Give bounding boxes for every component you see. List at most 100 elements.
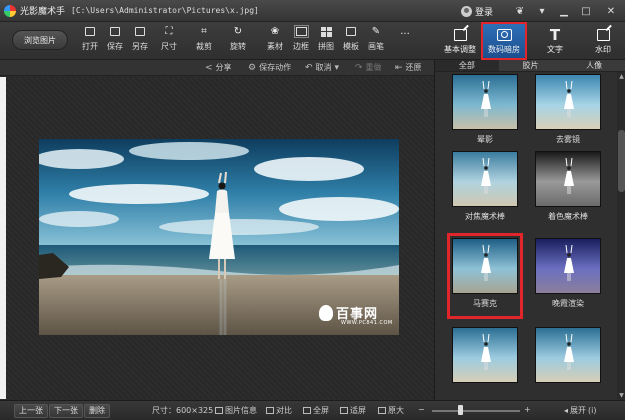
save-action-button[interactable]: ⚙ 保存动作 xyxy=(248,62,291,73)
effect-thumbnail[interactable] xyxy=(452,74,518,130)
more-tools-button[interactable]: ... xyxy=(393,25,417,57)
text-button[interactable]: T 文字 xyxy=(532,22,578,60)
action-bar: < 分享 ⚙ 保存动作 ↶ 取消 ▾ ↷ 重做 ⇤ 还原 xyxy=(0,60,434,76)
save-icon xyxy=(108,25,122,38)
effect-label[interactable]: 晚霞渲染 xyxy=(535,298,601,309)
rotate-icon: ↻ xyxy=(233,25,243,37)
collage-button[interactable]: 拼图 xyxy=(314,25,338,57)
brush-button[interactable]: ✎ 画笔 xyxy=(364,25,388,57)
effect-thumbnail[interactable] xyxy=(535,151,601,207)
open-button[interactable]: 打开 xyxy=(78,25,102,57)
prev-image-button[interactable]: 上一张 xyxy=(14,404,48,418)
brush-icon: ✎ xyxy=(371,25,381,37)
app-logo-icon xyxy=(4,4,16,17)
effects-tabs: 全部 胶片 人像 xyxy=(435,60,625,72)
save-button[interactable]: 保存 xyxy=(103,25,127,57)
fullscreen-button[interactable]: 全屏 xyxy=(303,405,329,416)
status-bar: 上一张 下一张 删除 尺寸：600×325 图片信息 对比 全屏 适屏 原大 −… xyxy=(0,400,625,420)
digital-darkroom-button[interactable]: 数码暗房 xyxy=(481,22,527,60)
effect-label[interactable]: 着色魔术棒 xyxy=(535,211,601,222)
effect-label[interactable]: 去雾镜 xyxy=(535,134,601,145)
collage-icon xyxy=(319,25,333,38)
template-button[interactable]: 模板 xyxy=(339,25,363,57)
image-size: 尺寸：600×325 xyxy=(152,406,214,415)
watermark-subtext: WWW.PC841.COM xyxy=(341,320,393,326)
panel-scrollbar[interactable]: ▲ ▼ xyxy=(617,72,625,400)
file-path: [C:\Users\Administrator\Pictures\x.jpg] xyxy=(71,6,259,15)
browse-images-button[interactable]: 浏览图片 xyxy=(12,30,68,50)
watermark-logo-icon xyxy=(319,304,333,321)
border-icon xyxy=(293,25,309,38)
text-icon: T xyxy=(549,25,561,44)
delete-button[interactable]: 删除 xyxy=(84,404,110,418)
login-button[interactable]: 登录 xyxy=(460,5,493,18)
adjust-icon xyxy=(452,27,468,42)
compare-icon xyxy=(266,407,274,414)
material-button[interactable]: ❀ 素材 xyxy=(263,25,287,57)
resize-button[interactable]: ⛶ 尺寸 xyxy=(157,25,181,57)
image-info-button[interactable]: 图片信息 xyxy=(215,405,257,416)
maximize-button[interactable]: □ xyxy=(575,3,597,19)
fit-icon xyxy=(340,407,348,414)
rotate-button[interactable]: ↻ 旋转 xyxy=(226,25,250,57)
save-as-icon xyxy=(133,25,147,38)
next-image-button[interactable]: 下一张 xyxy=(49,404,83,418)
share-icon: < xyxy=(205,62,213,73)
main-toolbar: 浏览图片 打开 保存 另存 ⛶ 尺寸 ⌗ 裁剪 ↻ 旋转 ❀ 素材 边框 拼图 … xyxy=(0,22,625,60)
tab-portrait[interactable]: 人像 xyxy=(562,60,625,71)
login-label: 登录 xyxy=(474,7,493,18)
zoom-slider-thumb[interactable] xyxy=(458,405,463,415)
effect-thumbnail[interactable] xyxy=(452,327,518,383)
undo-button[interactable]: ↶ 取消 ▾ xyxy=(305,62,339,73)
more-icon: ... xyxy=(400,25,410,37)
title-bar: 光影魔术手 [C:\Users\Administrator\Pictures\x… xyxy=(0,0,625,22)
resize-icon: ⛶ xyxy=(165,25,173,37)
zoom-slider-track[interactable] xyxy=(432,410,520,412)
canvas-edge xyxy=(0,77,6,399)
expand-button[interactable]: ◂ 展开 (i) xyxy=(564,405,596,416)
chevron-left-icon: ◂ xyxy=(564,406,569,415)
skin-icon[interactable]: ❦ xyxy=(509,3,531,19)
zoom-out-icon[interactable]: − xyxy=(418,405,425,414)
share-button[interactable]: < 分享 xyxy=(205,62,232,73)
effect-label[interactable]: 晕影 xyxy=(452,134,518,145)
effect-thumbnail-grid: 晕影 去雾镜 对焦魔术棒 着色魔术棒 马赛克 晚霞渲染 xyxy=(435,72,617,400)
basic-adjust-button[interactable]: 基本调整 xyxy=(437,22,483,60)
effect-thumbnail[interactable] xyxy=(535,327,601,383)
close-button[interactable]: ✕ xyxy=(597,3,625,19)
original-size-button[interactable]: 原大 xyxy=(378,405,404,416)
restore-icon: ⇤ xyxy=(395,62,403,73)
restore-button[interactable]: ⇤ 还原 xyxy=(395,62,422,73)
fit-screen-button[interactable]: 适屏 xyxy=(340,405,366,416)
undo-icon: ↶ xyxy=(305,62,313,73)
crop-icon: ⌗ xyxy=(201,25,207,37)
watermark-button[interactable]: 水印 xyxy=(580,22,625,60)
minimize-button[interactable]: ▁ xyxy=(553,3,575,19)
redo-icon: ↷ xyxy=(355,62,363,73)
border-button[interactable]: 边框 xyxy=(289,25,313,57)
effects-panel: 全部 胶片 人像 晕影 去雾镜 对焦魔术棒 着色魔术棒 马赛克 晚霞渲染 ▲ ▼ xyxy=(434,60,625,400)
effect-thumbnail[interactable] xyxy=(452,151,518,207)
app-title: 光影魔术手 xyxy=(20,7,66,17)
scroll-thumb[interactable] xyxy=(618,130,625,192)
effect-thumbnail[interactable] xyxy=(535,238,601,294)
compare-button[interactable]: 对比 xyxy=(266,405,292,416)
tab-film[interactable]: 胶片 xyxy=(499,60,563,71)
chevron-down-icon: ▾ xyxy=(334,62,340,73)
menu-icon[interactable]: ▾ xyxy=(531,3,553,19)
scroll-down-icon[interactable]: ▼ xyxy=(617,391,625,400)
scroll-up-icon[interactable]: ▲ xyxy=(617,72,625,81)
redo-button[interactable]: ↷ 重做 xyxy=(355,62,382,73)
watermark-icon xyxy=(595,27,611,42)
info-icon xyxy=(215,407,223,414)
material-icon: ❀ xyxy=(270,25,280,37)
save-as-button[interactable]: 另存 xyxy=(128,25,152,57)
zoom-in-icon[interactable]: + xyxy=(524,405,531,414)
effect-label[interactable]: 对焦魔术棒 xyxy=(452,211,518,222)
tab-all[interactable]: 全部 xyxy=(435,60,499,71)
selected-effect-highlight xyxy=(447,233,523,319)
original-size-icon xyxy=(378,407,386,414)
effect-thumbnail[interactable] xyxy=(535,74,601,130)
crop-button[interactable]: ⌗ 裁剪 xyxy=(192,25,216,57)
gear-icon: ⚙ xyxy=(248,62,257,73)
